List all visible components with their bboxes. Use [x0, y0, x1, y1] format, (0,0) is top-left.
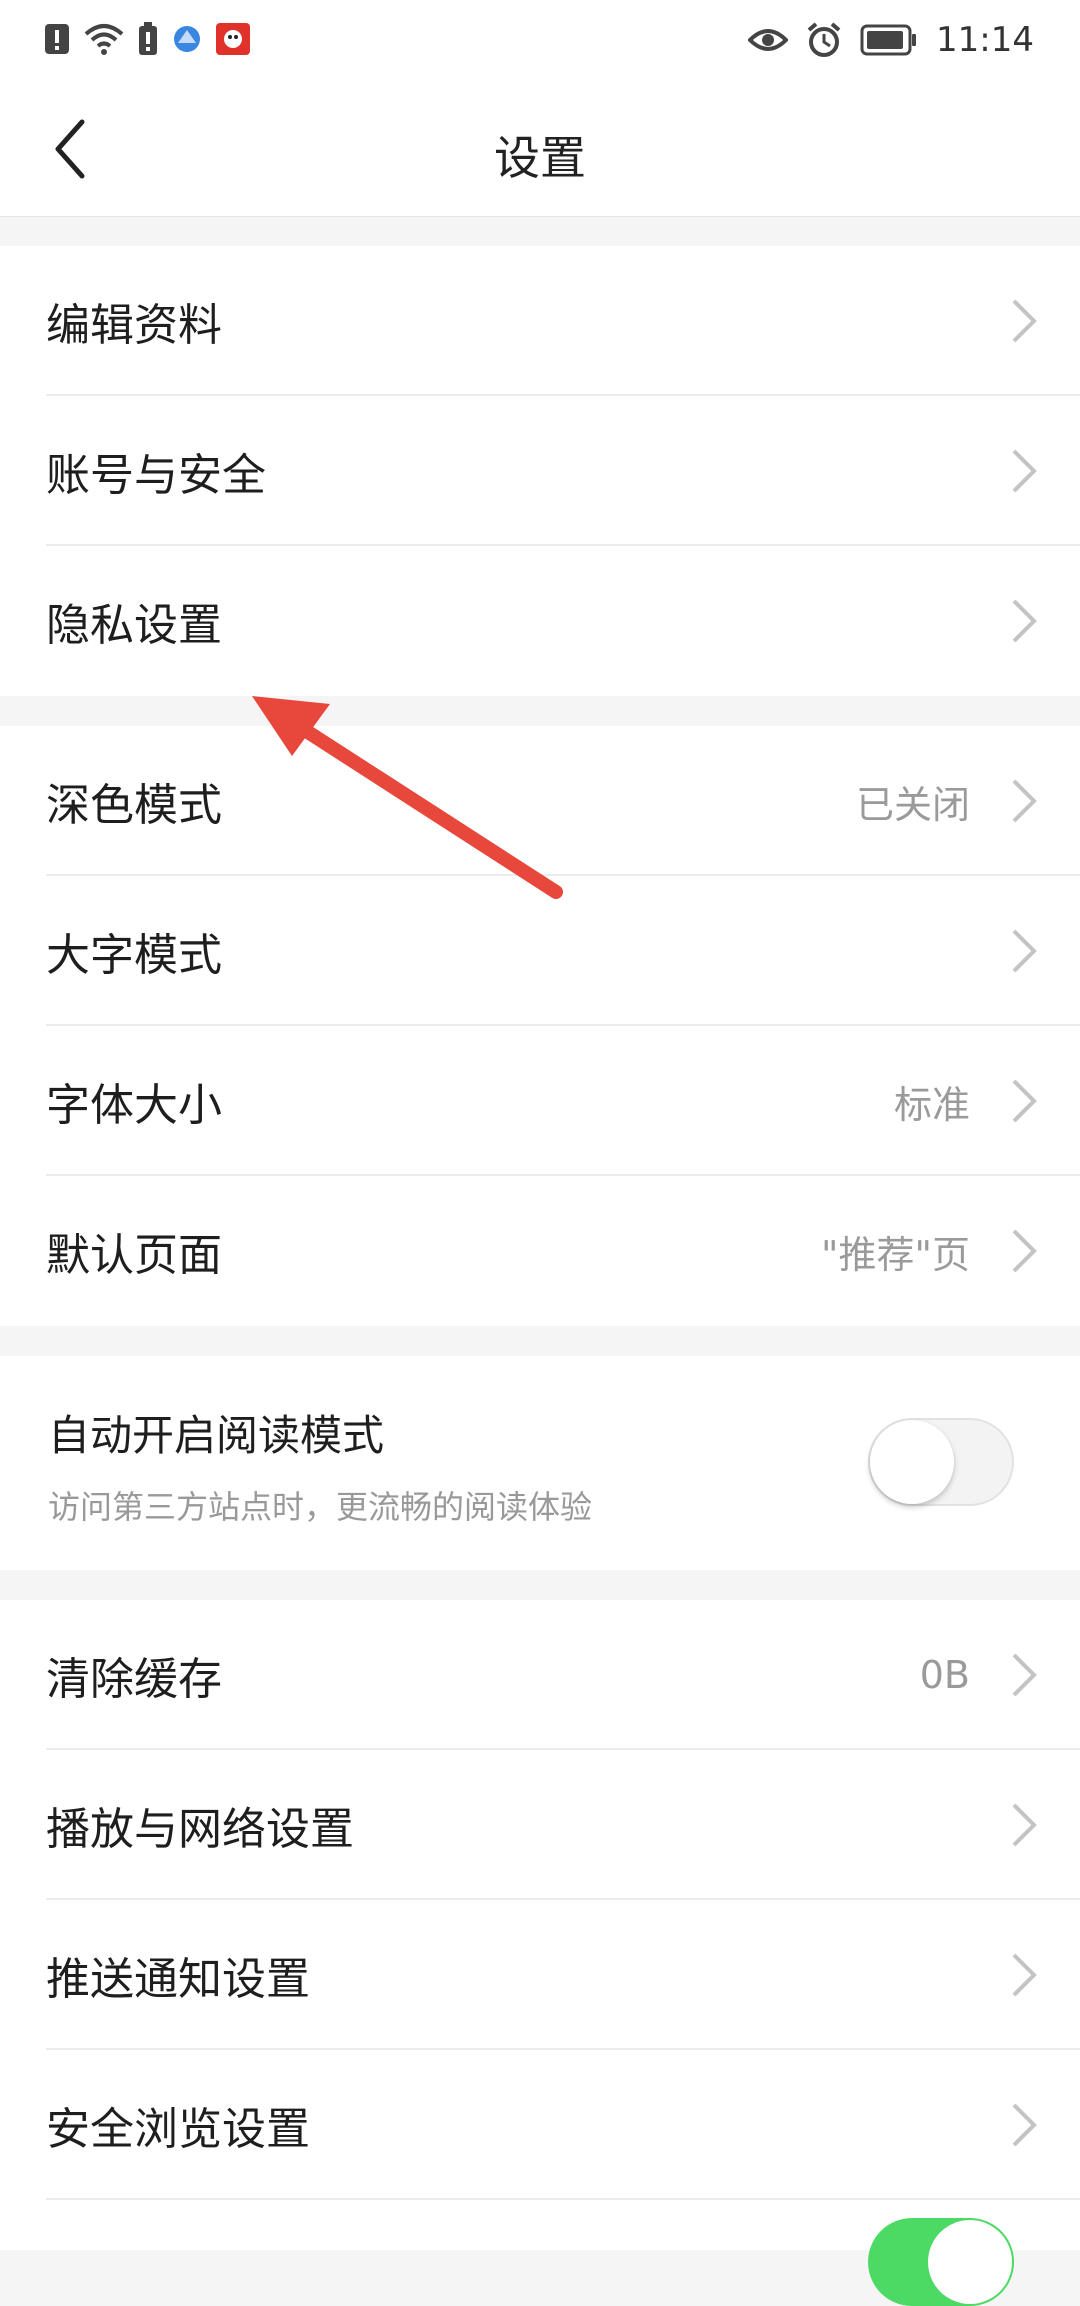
settings-item-label: 字体大小: [46, 1080, 222, 1131]
settings-group-account: 编辑资料 账号与安全 隐私设置: [0, 246, 1080, 696]
settings-item-edit-profile[interactable]: 编辑资料: [0, 246, 1080, 396]
chevron-right-icon: [1012, 1229, 1037, 1273]
settings-group-reader: 自动开启阅读模式 访问第三方站点时，更流畅的阅读体验: [0, 1356, 1080, 1570]
annotation-arrow-icon: [252, 696, 563, 899]
eye-icon: [748, 29, 789, 51]
page-title: 设置: [494, 131, 586, 185]
settings-item-label: 安全浏览设置: [46, 2104, 310, 2155]
status-left-icons: [44, 22, 250, 56]
toggle-title: 自动开启阅读模式: [48, 1411, 385, 1460]
settings-item-label: 推送通知设置: [46, 1954, 310, 2005]
settings-item-value: 已关闭: [855, 782, 970, 827]
nav-bar: 设置: [0, 86, 1080, 217]
chevron-right-icon: [1012, 1079, 1037, 1123]
battery-icon: [860, 24, 917, 56]
battery-alert-icon: [139, 22, 157, 55]
settings-item-playback-network[interactable]: 播放与网络设置: [0, 1750, 1080, 1900]
notification-alert-icon: [45, 24, 69, 54]
settings-item-privacy[interactable]: 隐私设置: [0, 546, 1080, 696]
settings-item-value: 标准: [893, 1082, 970, 1127]
settings-item-label: 隐私设置: [46, 600, 222, 651]
app-icon: [216, 23, 250, 55]
settings-item-label: 深色模式: [46, 780, 222, 831]
switch-knob: [928, 2220, 1012, 2304]
chevron-right-icon: [1012, 299, 1037, 343]
chevron-right-icon: [1012, 1803, 1037, 1847]
chevron-right-icon: [1012, 779, 1037, 823]
status-time: 11:14: [936, 20, 1034, 60]
settings-item-default-page[interactable]: 默认页面 "推荐"页: [0, 1176, 1080, 1326]
settings-item-account-security[interactable]: 账号与安全: [0, 396, 1080, 546]
chevron-right-icon: [1012, 449, 1037, 493]
settings-item-label: 账号与安全: [46, 450, 266, 501]
settings-item-label: 大字模式: [46, 930, 222, 981]
chevron-right-icon: [1012, 1653, 1037, 1697]
chevron-right-icon: [1012, 2103, 1037, 2147]
status-right-icons: 11:14: [748, 20, 1034, 60]
chevron-right-icon: [1012, 1953, 1037, 1997]
settings-item-clear-cache[interactable]: 清除缓存 0B: [0, 1600, 1080, 1750]
toggle-subtitle: 访问第三方站点时，更流畅的阅读体验: [48, 1488, 593, 1526]
settings-item-label: 播放与网络设置: [46, 1804, 354, 1855]
chevron-right-icon: [1012, 929, 1037, 973]
settings-item-value: 0B: [919, 1653, 970, 1697]
status-bar: 11:14: [0, 0, 1080, 86]
settings-item-label: 默认页面: [46, 1230, 222, 1281]
settings-item-label: 清除缓存: [46, 1654, 222, 1705]
settings-group-general: 清除缓存 0B 播放与网络设置 推送通知设置 安全浏览设置: [0, 1600, 1080, 2250]
settings-item-value: "推荐"页: [821, 1232, 970, 1277]
partial-toggle-switch[interactable]: [868, 2218, 1014, 2306]
reader-mode-switch[interactable]: [868, 1418, 1014, 1506]
settings-item-push-notifications[interactable]: 推送通知设置: [0, 1900, 1080, 2050]
settings-item-font-size[interactable]: 字体大小 标准: [0, 1026, 1080, 1176]
alarm-icon: [807, 22, 841, 57]
browser-icon: [174, 26, 200, 52]
settings-item-label: 编辑资料: [46, 300, 222, 351]
settings-item-safe-browsing[interactable]: 安全浏览设置: [0, 2050, 1080, 2200]
wifi-icon: [84, 24, 124, 55]
settings-item-auto-reader-mode: 自动开启阅读模式 访问第三方站点时，更流畅的阅读体验: [0, 1356, 1080, 1570]
chevron-right-icon: [1012, 599, 1037, 643]
switch-knob: [870, 1420, 954, 1504]
